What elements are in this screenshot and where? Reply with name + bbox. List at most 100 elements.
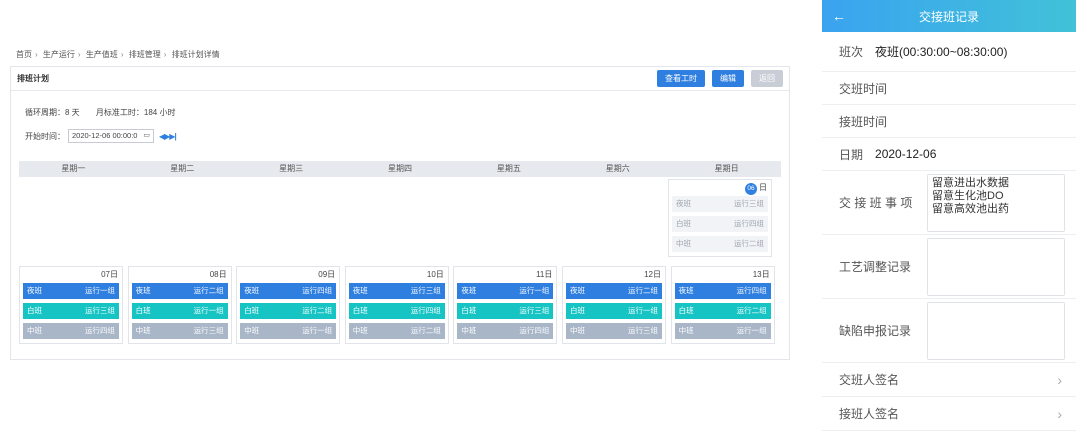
day-number: 13日 bbox=[752, 270, 770, 279]
date-label: 日期 bbox=[839, 147, 864, 162]
shift-label: 班次 bbox=[839, 45, 864, 59]
breadcrumb-item[interactable]: 排班管理 bbox=[129, 50, 161, 59]
shift-team: 运行三组 bbox=[85, 306, 115, 315]
shift-team: 运行三组 bbox=[628, 326, 658, 335]
weekday-label: 星期四 bbox=[388, 164, 412, 173]
week-nav-icon[interactable]: ◀▶▶| bbox=[159, 132, 177, 141]
mobile-title: 交接班记录 bbox=[918, 9, 979, 24]
shift-team: 运行一组 bbox=[193, 306, 224, 315]
defect-row: 缺陷申报记录 bbox=[822, 299, 1076, 363]
shift-night[interactable]: 夜班 运行一组 bbox=[23, 283, 119, 299]
day-cell[interactable]: 11日夜班 运行一组 白班 运行三组中班 运行四组 bbox=[453, 266, 558, 344]
shift-night[interactable]: 夜班 运行四组 bbox=[674, 283, 771, 299]
weekday-label: 星期三 bbox=[279, 164, 304, 173]
day-number: 06 日 bbox=[669, 180, 771, 196]
chevron-right-icon: › bbox=[1057, 371, 1062, 388]
day-cell[interactable]: 10日夜班 运行三组 白班 运行四组 中班 运行二组 bbox=[344, 266, 449, 344]
view-hours-button[interactable]: 查看工时 bbox=[657, 70, 705, 87]
monthly-hours: 月标准工时：184 小时 bbox=[95, 108, 176, 117]
breadcrumb-item[interactable]: 生产值班 bbox=[86, 50, 118, 59]
cycle-period: 循环周期：8 天 bbox=[25, 108, 80, 117]
shift-team: 运行四组 bbox=[519, 326, 550, 335]
weekday-label: 星期二 bbox=[170, 164, 195, 173]
shift-day[interactable]: 白班 运行四组 bbox=[672, 216, 768, 232]
breadcrumb-item[interactable]: 生产运行 bbox=[43, 50, 75, 59]
shift-day[interactable]: 白班 运行二组 bbox=[240, 303, 337, 319]
matters-row: 交 接 班 事 项 留意进出水数据 留意生化池DO 留意高效池出药 bbox=[822, 171, 1076, 235]
shift-team: 运行一组 bbox=[736, 326, 767, 335]
day-cell[interactable]: 12日 夜班 运行二组 白班 运行一组 中班 运行三组 bbox=[562, 266, 666, 344]
takeover-sign-row[interactable]: 接班人签名 › bbox=[822, 397, 1076, 431]
start-time-input[interactable]: 2020-12-06 00:00:0 ▭ bbox=[68, 129, 154, 143]
weekday-label: 星期六 bbox=[605, 164, 630, 173]
shift-day[interactable]: 白班 运行三组 bbox=[457, 303, 554, 319]
shift-label: 中班 bbox=[678, 326, 694, 335]
shift-mid[interactable]: 中班 运行二组 bbox=[672, 236, 768, 252]
process-row: 工艺调整记录 bbox=[822, 235, 1076, 299]
shift-day[interactable]: 白班 运行四组 bbox=[348, 303, 445, 319]
edit-button[interactable]: 编辑 bbox=[712, 70, 744, 87]
handover-sign-row[interactable]: 交班人签名 › bbox=[822, 363, 1076, 397]
shift-label: 中班 bbox=[27, 326, 42, 335]
shift-label: 中班 bbox=[352, 326, 368, 335]
weekday-label: 星期一 bbox=[61, 164, 86, 173]
shift-label: 白班 bbox=[352, 306, 368, 315]
shift-night[interactable]: 夜班 运行三组 bbox=[672, 196, 768, 212]
shift-label: 夜班 bbox=[352, 286, 368, 295]
handover-time-row[interactable]: 交班时间 bbox=[822, 72, 1076, 105]
shift-label: 中班 bbox=[135, 326, 151, 335]
matters-label: 交 接 班 事 项 bbox=[839, 196, 913, 210]
shift-mid[interactable]: 中班 运行三组 bbox=[131, 323, 228, 339]
shift-night[interactable]: 夜班 运行一组 bbox=[457, 283, 554, 299]
shift-team: 运行三组 bbox=[519, 306, 550, 315]
cycle-info: 循环周期：8 天 月标准工时：184 小时 bbox=[25, 107, 175, 118]
shift-team: 运行四组 bbox=[736, 286, 767, 295]
shift-mid[interactable]: 中班 运行四组 bbox=[457, 323, 554, 339]
day-number: 10日 bbox=[426, 270, 444, 279]
shift-row: 班次 夜班(00:30:00~08:30:00) bbox=[822, 32, 1076, 72]
shift-night[interactable]: 夜班 运行二组 bbox=[566, 283, 662, 299]
shift-mid[interactable]: 中班 运行三组 bbox=[566, 323, 662, 339]
shift-mid[interactable]: 中班 运行二组 bbox=[348, 323, 445, 339]
shift-mid[interactable]: 中班 运行一组 bbox=[674, 323, 771, 339]
shift-mid[interactable]: 中班 运行一组 bbox=[240, 323, 337, 339]
shift-label: 中班 bbox=[461, 326, 477, 335]
shift-night[interactable]: 夜班 运行二组 bbox=[131, 283, 228, 299]
start-time-value: 2020-12-06 00:00:0 bbox=[72, 131, 138, 140]
takeover-time-row[interactable]: 接班时间 bbox=[822, 105, 1076, 138]
defect-textarea[interactable] bbox=[927, 301, 1065, 360]
shift-team: 运行一组 bbox=[85, 286, 115, 295]
back-button[interactable]: 返回 bbox=[751, 70, 783, 87]
mobile-handover-screen: ← 交接班记录 班次 夜班(00:30:00~08:30:00) 交班时间 接班… bbox=[822, 0, 1076, 431]
matters-textarea[interactable]: 留意进出水数据 留意生化池DO 留意高效池出药 bbox=[927, 173, 1065, 232]
shift-day[interactable]: 白班 运行三组 bbox=[23, 303, 119, 319]
day-cell[interactable]: 08日 夜班 运行二组 白班 运行一组 中班 运行三组 bbox=[127, 266, 232, 344]
back-arrow-icon[interactable]: ← bbox=[822, 8, 856, 24]
day-number: 11日 bbox=[536, 270, 553, 279]
shift-team: 运行四组 bbox=[85, 326, 115, 335]
breadcrumb-item[interactable]: 首页 bbox=[16, 50, 32, 59]
day-cell[interactable]: 13日夜班 运行四组 白班 运行二组中班 运行一组 bbox=[670, 266, 775, 344]
shift-day[interactable]: 白班 运行一组 bbox=[131, 303, 228, 319]
shift-day[interactable]: 白班 运行二组 bbox=[674, 303, 771, 319]
day-cell-first[interactable]: 06 日 夜班 运行三组 白班 运行四组 中班 运行二组 bbox=[668, 179, 772, 257]
day-cell[interactable]: 07日 夜班 运行一组 白班 运行三组 中班 运行四组 bbox=[19, 266, 123, 344]
day-cell[interactable]: 09日 夜班 运行四组 白班 运行二组 中班 运行一组 bbox=[236, 266, 341, 344]
shift-label: 白班 bbox=[27, 306, 42, 315]
shift-label: 夜班 bbox=[27, 286, 42, 295]
shift-night[interactable]: 夜班 运行三组 bbox=[348, 283, 445, 299]
card-title: 排班计划 bbox=[17, 74, 49, 83]
card-header: 排班计划 查看工时 编辑 返回 bbox=[11, 67, 789, 91]
shift-day[interactable]: 白班 运行一组 bbox=[566, 303, 662, 319]
handover-time-label: 交班时间 bbox=[839, 81, 888, 96]
process-textarea[interactable] bbox=[927, 237, 1065, 296]
date-value: 2020-12-06 bbox=[875, 147, 937, 161]
breadcrumb-item-current: 排班计划详情 bbox=[171, 50, 220, 59]
start-time-row: 开始时间： 2020-12-06 00:00:0 ▭ ◀▶▶| bbox=[25, 129, 177, 143]
shift-team: 运行三组 bbox=[193, 326, 224, 335]
shift-night[interactable]: 夜班 运行四组 bbox=[240, 283, 337, 299]
calendar-icon[interactable]: ▭ bbox=[143, 130, 150, 142]
shift-team: 运行一组 bbox=[519, 286, 550, 295]
shift-mid[interactable]: 中班 运行四组 bbox=[23, 323, 119, 339]
shift-label: 中班 bbox=[244, 326, 260, 335]
